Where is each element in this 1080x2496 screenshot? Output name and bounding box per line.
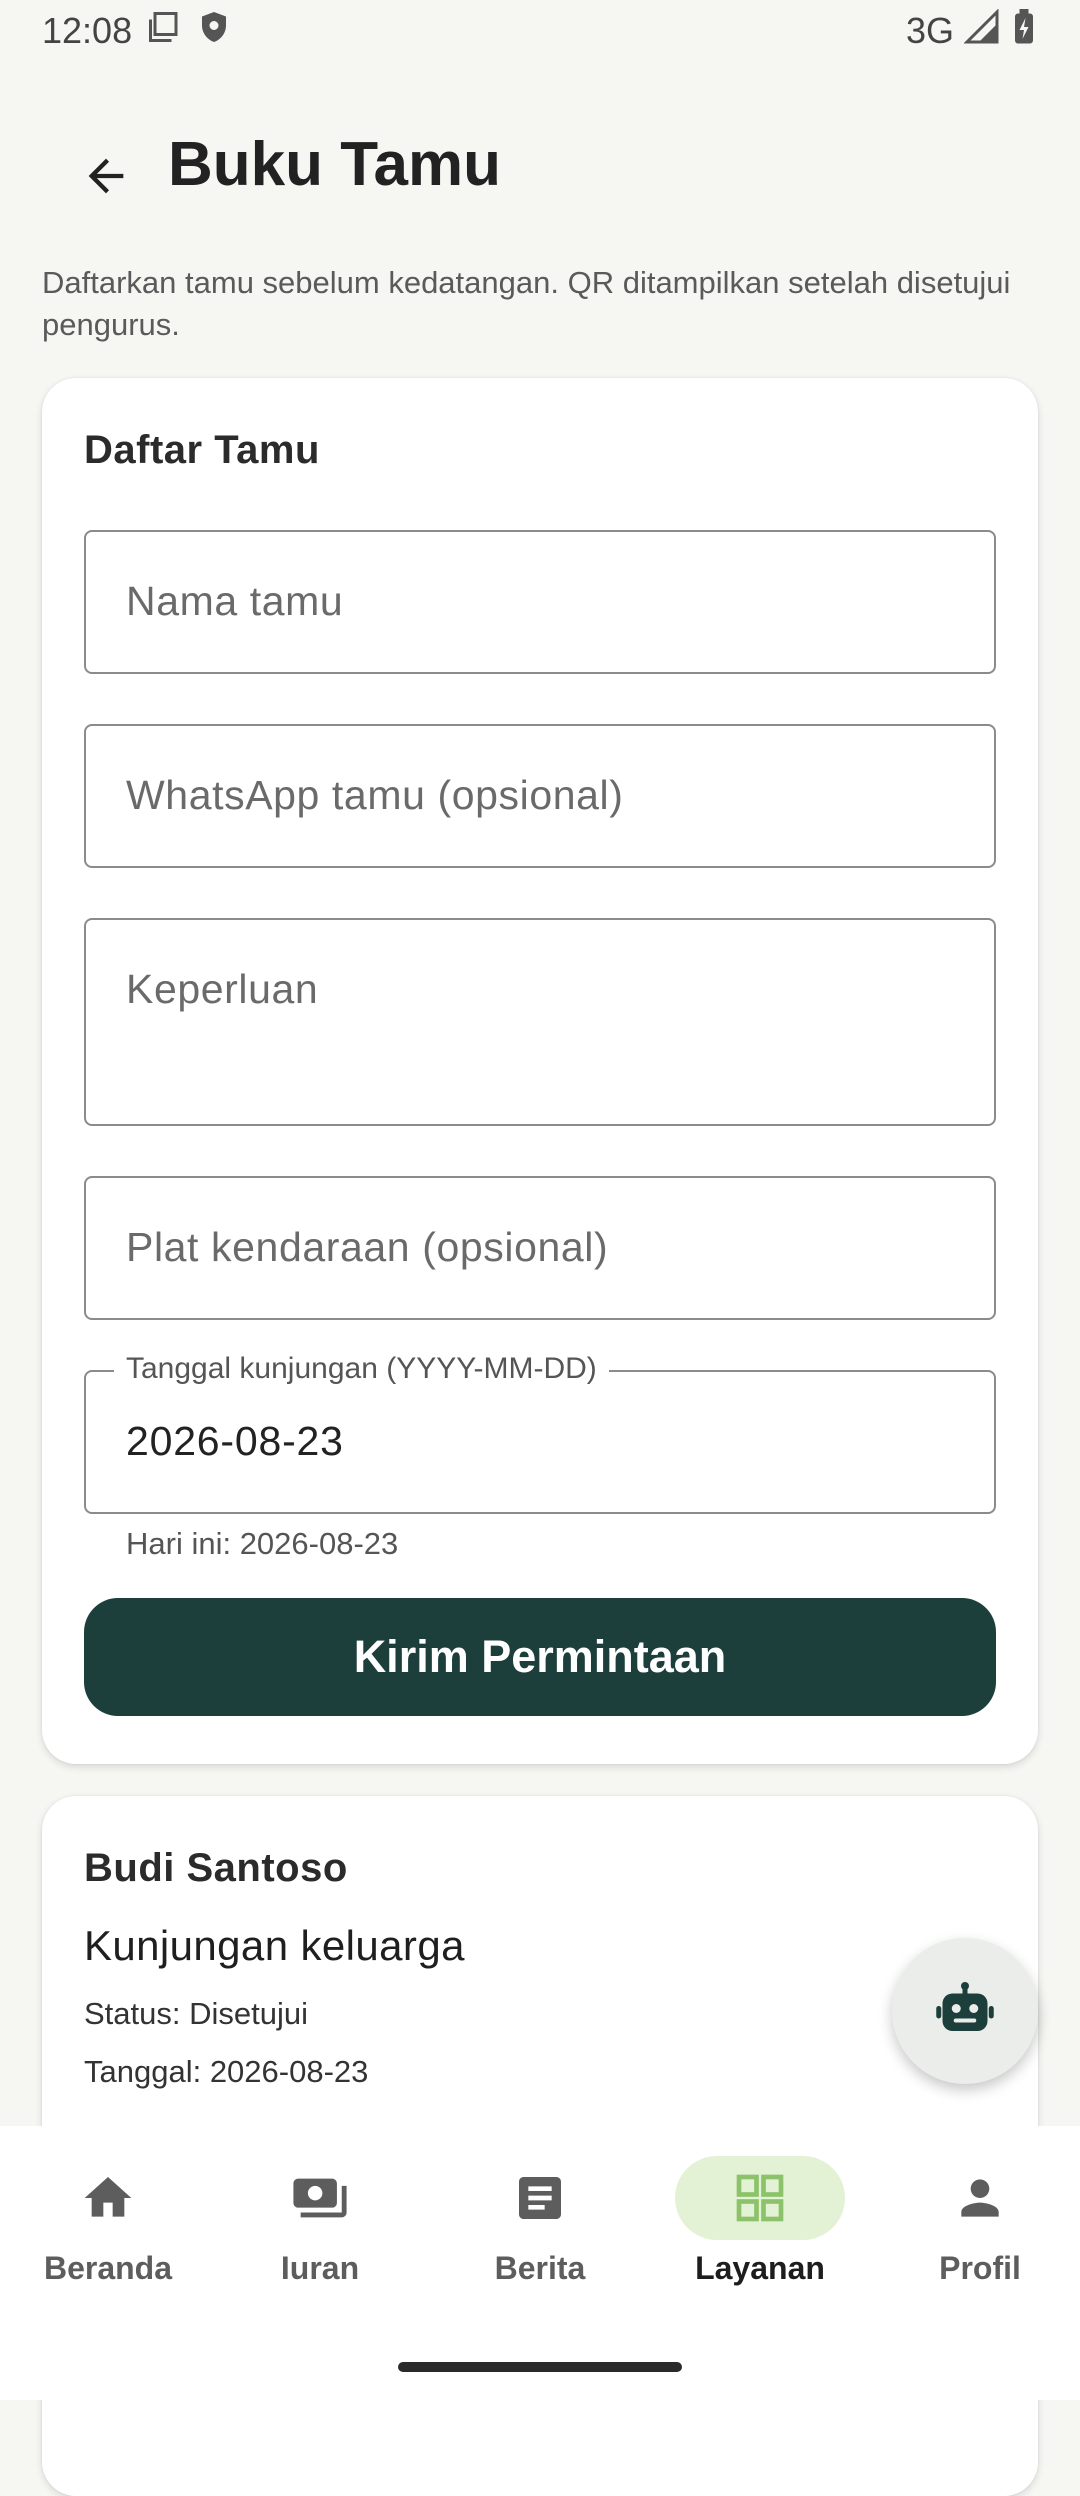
guest-name-input[interactable]: Nama tamu bbox=[84, 530, 996, 674]
nav-label-layanan: Layanan bbox=[695, 2250, 825, 2286]
signal-icon bbox=[963, 7, 1000, 54]
vehicle-plate-placeholder: Plat kendaraan (opsional) bbox=[126, 1224, 609, 1270]
battery-charging-icon bbox=[1010, 8, 1038, 54]
home-icon bbox=[84, 2177, 132, 2217]
robot-icon bbox=[936, 1982, 994, 2031]
guest-purpose: Kunjungan keluarga bbox=[84, 1922, 465, 1969]
guest-form-card: Daftar Tamu Nama tamu WhatsApp tamu (ops… bbox=[42, 378, 1038, 1764]
guest-whatsapp-placeholder: WhatsApp tamu (opsional) bbox=[126, 772, 624, 818]
guest-name: Budi Santoso bbox=[84, 1846, 348, 1890]
visit-date-value: 2026-08-23 bbox=[126, 1418, 344, 1464]
network-type: 3G bbox=[905, 10, 954, 51]
status-left: 12:08 bbox=[42, 9, 232, 54]
back-button[interactable] bbox=[62, 132, 150, 220]
payments-icon bbox=[293, 2178, 347, 2218]
page-title: Buku Tamu bbox=[168, 130, 501, 199]
purpose-textarea[interactable]: Keperluan bbox=[84, 918, 996, 1126]
purpose-placeholder: Keperluan bbox=[126, 966, 319, 1012]
form-title: Daftar Tamu bbox=[84, 428, 320, 472]
nav-item-layanan[interactable]: Layanan bbox=[652, 2156, 868, 2326]
person-icon bbox=[961, 2179, 999, 2217]
guest-status: Status: Disetujui bbox=[84, 1996, 308, 2031]
screenshot-notification-icon bbox=[146, 9, 182, 54]
gesture-navigation-bar[interactable] bbox=[398, 2362, 682, 2372]
visit-date-label: Tanggal kunjungan (YYYY-MM-DD) bbox=[114, 1352, 609, 1386]
nav-label-berita: Berita bbox=[494, 2250, 586, 2286]
visit-date-input[interactable]: Tanggal kunjungan (YYYY-MM-DD) 2026-08-2… bbox=[84, 1352, 996, 1514]
page-subtitle: Daftarkan tamu sebelum kedatangan. QR di… bbox=[42, 265, 1011, 342]
nav-item-beranda[interactable]: Beranda bbox=[0, 2156, 216, 2326]
guest-name-placeholder: Nama tamu bbox=[126, 578, 344, 624]
assistant-fab[interactable] bbox=[892, 1938, 1038, 2084]
visit-date-helper: Hari ini: 2026-08-23 bbox=[126, 1526, 399, 1561]
arrow-back-icon bbox=[88, 158, 124, 194]
status-bar: 12:08 3G bbox=[0, 0, 1080, 62]
nav-item-berita[interactable]: Berita bbox=[432, 2156, 648, 2326]
shield-icon bbox=[196, 9, 232, 54]
bottom-navigation: Beranda Iuran Berita Layanan Profil bbox=[0, 2126, 1080, 2400]
guest-whatsapp-input[interactable]: WhatsApp tamu (opsional) bbox=[84, 724, 996, 868]
nav-label-profil: Profil bbox=[939, 2250, 1021, 2286]
nav-item-iuran[interactable]: Iuran bbox=[212, 2156, 428, 2326]
article-icon bbox=[519, 2177, 561, 2219]
submit-request-button[interactable]: Kirim Permintaan bbox=[84, 1598, 996, 1716]
app-bar: Buku Tamu bbox=[0, 110, 1080, 230]
status-right: 3G bbox=[905, 7, 1038, 54]
nav-label-beranda: Beranda bbox=[43, 2250, 173, 2286]
status-time: 12:08 bbox=[42, 10, 133, 51]
nav-active-indicator bbox=[675, 2156, 845, 2240]
guest-date: Tanggal: 2026-08-23 bbox=[84, 2054, 369, 2089]
nav-item-profil[interactable]: Profil bbox=[872, 2156, 1080, 2326]
vehicle-plate-input[interactable]: Plat kendaraan (opsional) bbox=[84, 1176, 996, 1320]
nav-label-iuran: Iuran bbox=[280, 2250, 360, 2286]
grid-icon bbox=[736, 2174, 784, 2222]
